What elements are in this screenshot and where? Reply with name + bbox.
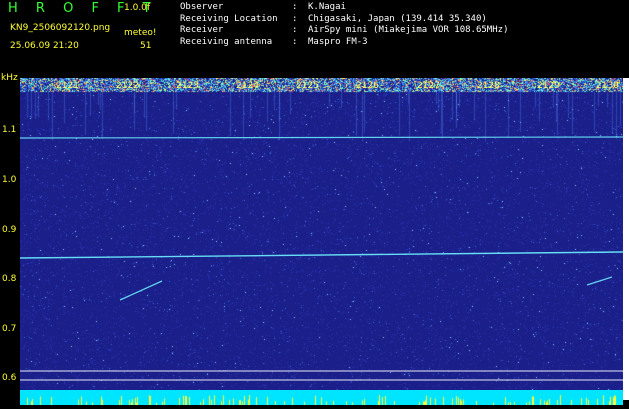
info-key: Observer xyxy=(180,2,224,12)
x-tick: 2130 xyxy=(596,81,619,91)
x-tick: 2129 xyxy=(537,81,560,91)
info-value: AirSpy mini (Miakejima VOR 108.65MHz) xyxy=(308,25,509,35)
info-value: Chigasaki, Japan (139.414 35.340) xyxy=(308,13,487,24)
info-row-antenna: Receiving antenna: Maspro FM-3 xyxy=(180,36,368,47)
x-tick: 2122 xyxy=(116,81,139,91)
y-axis-unit: kHz xyxy=(1,73,18,83)
meteor-count: 51 xyxy=(140,41,152,51)
datetime-label: 25.06.09 21:20 xyxy=(10,41,79,51)
meteor-trace xyxy=(586,276,613,286)
signal-level-canvas xyxy=(20,395,623,405)
signal-level-band xyxy=(20,390,623,405)
x-tick: 2121 xyxy=(56,81,79,91)
info-key: Receiver xyxy=(180,25,224,35)
info-value: K.Nagai xyxy=(308,2,346,12)
right-edge-bar xyxy=(623,78,629,400)
x-tick: 2123 xyxy=(176,81,199,91)
spectrogram xyxy=(20,78,623,390)
info-row-receiver: Receiver: AirSpy mini (Miakejima VOR 108.… xyxy=(180,25,509,35)
meteor-trace xyxy=(119,280,163,301)
info-key: Receiving antenna xyxy=(180,36,273,47)
spectrogram-traces xyxy=(20,136,623,381)
y-tick: 0.8 xyxy=(2,274,17,284)
x-tick: 2125 xyxy=(296,81,319,91)
y-tick: 0.9 xyxy=(2,225,17,235)
y-tick: 1.1 xyxy=(2,125,17,135)
y-tick: 1.0 xyxy=(2,175,17,185)
info-row-observer: Observer: K.Nagai xyxy=(180,2,346,12)
x-tick: 2128 xyxy=(477,81,500,91)
info-row-location: Receiving Location: Chigasaki, Japan (139… xyxy=(180,13,487,24)
info-value: Maspro FM-3 xyxy=(308,36,368,47)
carrier-line-upper xyxy=(20,136,623,139)
x-tick: 2124 xyxy=(236,81,259,91)
x-tick: 2126 xyxy=(356,81,379,91)
station-info: Observer: K.Nagai Receiving Location: Chig… xyxy=(180,2,508,48)
info-key: Receiving Location xyxy=(180,13,278,24)
meteo-label: meteo! xyxy=(124,28,157,38)
version-label: 1.0.0f xyxy=(124,3,151,13)
x-tick: 2127 xyxy=(417,81,440,91)
y-tick: 0.7 xyxy=(2,324,17,334)
carrier-line-lower xyxy=(20,251,623,259)
filename-label: KN9_2506092120.png xyxy=(10,23,111,33)
y-tick: 0.6 xyxy=(2,373,17,383)
header: H R O F F T 1.0.0f KN9_2506092120.png me… xyxy=(0,0,629,78)
